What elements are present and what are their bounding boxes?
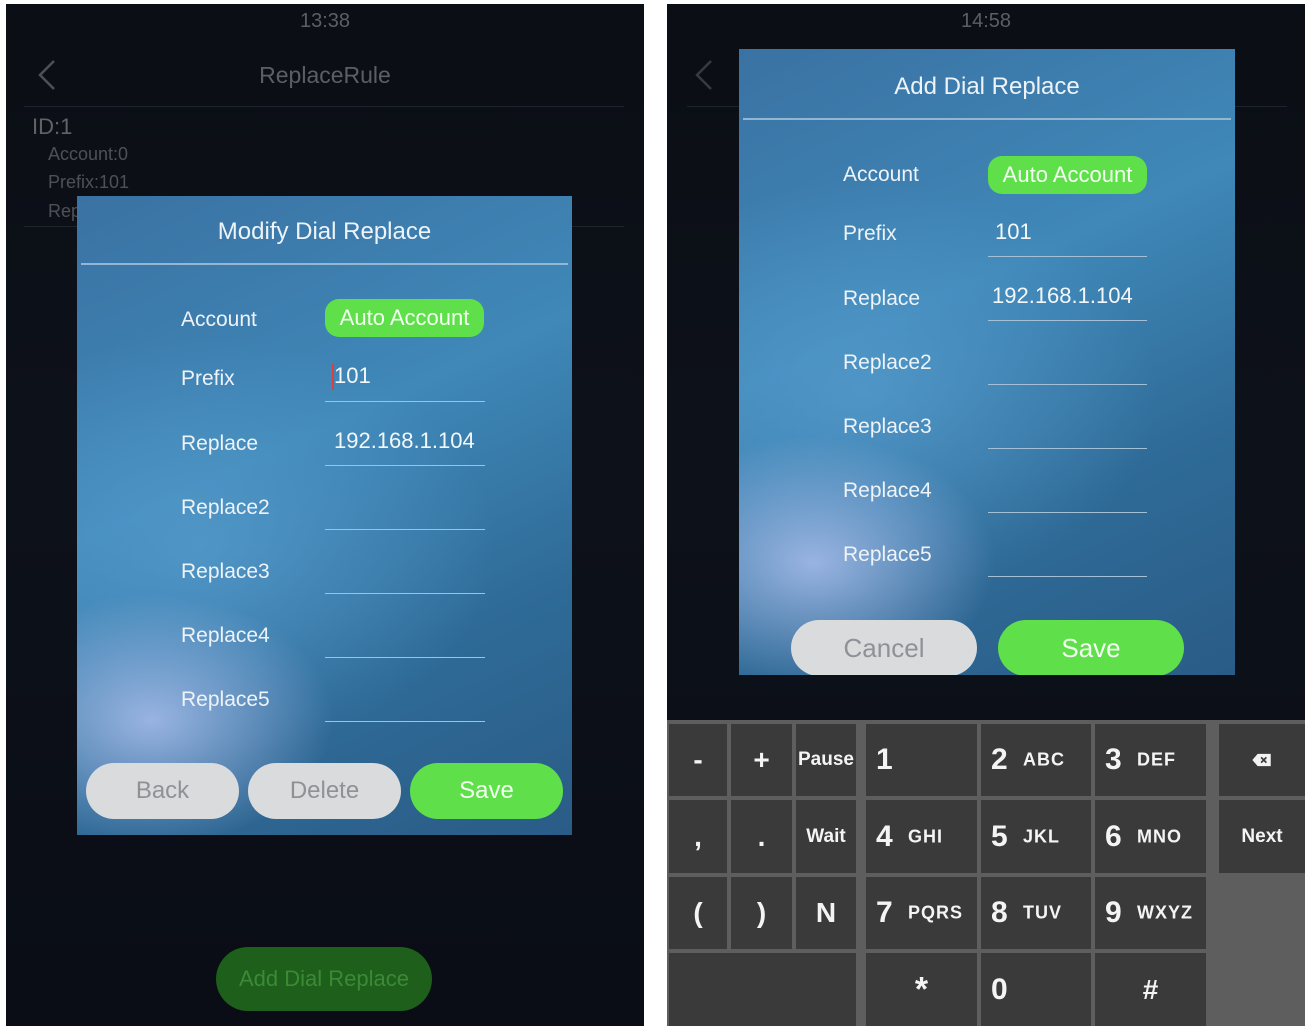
replace-underline: [325, 465, 485, 466]
key-period[interactable]: .: [731, 800, 792, 873]
key-minus[interactable]: -: [669, 724, 727, 796]
dialog-title: Add Dial Replace: [894, 73, 1080, 100]
replace2-input[interactable]: [988, 384, 1147, 385]
key-next[interactable]: Next: [1219, 800, 1305, 873]
key-8[interactable]: 8 TUV: [981, 877, 1091, 949]
dialog-divider: [743, 118, 1231, 120]
replace2-label: Replace2: [181, 496, 270, 519]
replace5-label: Replace5: [181, 688, 270, 711]
key-pause[interactable]: Pause: [796, 724, 856, 796]
prefix-input[interactable]: 101: [995, 219, 1147, 245]
key-plus[interactable]: +: [731, 724, 792, 796]
key-1[interactable]: 1: [866, 724, 977, 796]
replace4-label: Replace4: [181, 624, 270, 647]
prefix-underline: [325, 401, 485, 402]
save-button[interactable]: Save: [998, 620, 1184, 675]
key-7[interactable]: 7 PQRS: [866, 877, 977, 949]
key-2[interactable]: 2 ABC: [981, 724, 1091, 796]
key-star[interactable]: *: [866, 953, 977, 1026]
key-0[interactable]: 0: [981, 953, 1091, 1026]
key-4[interactable]: 4 GHI: [866, 800, 977, 873]
backspace-icon: [1252, 753, 1271, 767]
account-select[interactable]: Auto Account: [988, 156, 1147, 194]
replace-label: Replace: [181, 432, 259, 455]
prefix-label: Prefix: [843, 222, 897, 245]
key-blank[interactable]: [669, 953, 856, 1026]
replace3-input[interactable]: [988, 448, 1147, 449]
replace3-input[interactable]: [325, 593, 485, 594]
key-9[interactable]: 9 WXYZ: [1095, 877, 1206, 949]
account-label: Account: [181, 308, 257, 331]
key-6[interactable]: 6 MNO: [1095, 800, 1206, 873]
prefix-underline: [988, 256, 1147, 257]
replace2-input[interactable]: [325, 529, 485, 530]
key-open-paren[interactable]: (: [669, 877, 727, 949]
account-label: Account: [843, 163, 919, 186]
replace-input[interactable]: 192.168.1.104: [992, 283, 1147, 309]
cancel-button[interactable]: Cancel: [791, 620, 977, 675]
key-n[interactable]: N: [796, 877, 856, 949]
replace-input[interactable]: 192.168.1.104: [334, 428, 485, 454]
replace5-input[interactable]: [325, 721, 485, 722]
replace4-input[interactable]: [325, 657, 485, 658]
replace-label: Replace: [843, 287, 921, 310]
prefix-input[interactable]: 101: [334, 363, 485, 389]
save-button[interactable]: Save: [410, 763, 563, 819]
replace2-label: Replace2: [843, 351, 932, 374]
key-3[interactable]: 3 DEF: [1095, 724, 1206, 796]
numeric-keyboard: - + Pause 1 2 ABC 3 DEF , . Wait 4 GHI 5 JKL…: [667, 720, 1305, 1026]
screen-add-dial-replace: 14:58 Add Dial Replace Account Auto Acco…: [667, 4, 1305, 1026]
replace3-label: Replace3: [181, 560, 270, 583]
replace4-input[interactable]: [988, 512, 1147, 513]
replace5-input[interactable]: [988, 576, 1147, 577]
back-button[interactable]: Back: [86, 763, 239, 819]
dialog-title: Modify Dial Replace: [217, 218, 432, 245]
key-hash[interactable]: #: [1095, 953, 1206, 1026]
add-dial-replace-button[interactable]: Add Dial Replace: [216, 947, 432, 1011]
replace-underline: [988, 320, 1147, 321]
account-select[interactable]: Auto Account: [325, 299, 484, 337]
replace5-label: Replace5: [843, 543, 932, 566]
replace3-label: Replace3: [843, 415, 932, 438]
prefix-label: Prefix: [181, 367, 235, 390]
replace4-label: Replace4: [843, 479, 932, 502]
delete-button[interactable]: Delete: [248, 763, 401, 819]
key-5[interactable]: 5 JKL: [981, 800, 1091, 873]
screen-modify-dial-replace: 13:38 ReplaceRule ID:1 Account:0 Prefix:…: [6, 4, 644, 1026]
modify-dial-replace-dialog: Modify Dial Replace Account Auto Account…: [77, 196, 572, 835]
key-close-paren[interactable]: ): [731, 877, 792, 949]
key-backspace[interactable]: [1219, 724, 1305, 796]
add-dial-replace-dialog: Add Dial Replace Account Auto Account Pr…: [739, 49, 1235, 675]
key-comma[interactable]: ,: [669, 800, 727, 873]
key-wait[interactable]: Wait: [796, 800, 856, 873]
dialog-divider: [81, 263, 568, 265]
